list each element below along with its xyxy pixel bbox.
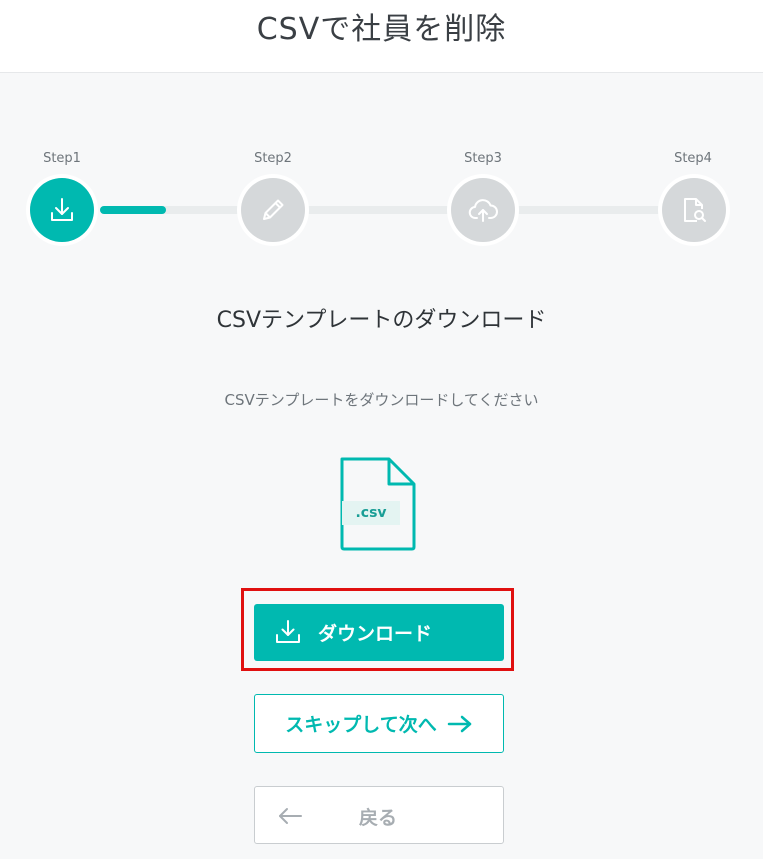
page-title: CSVで社員を削除 (256, 12, 507, 47)
download-icon (276, 620, 300, 643)
main-content: Step1 Step2 Step3 Step4 CSVテンプレートのダウンロード… (0, 73, 763, 859)
download-button[interactable]: ダウンロード (254, 604, 504, 661)
section-title: CSVテンプレートのダウンロード (216, 308, 547, 333)
file-search-icon (684, 198, 706, 222)
step-4 (662, 178, 726, 242)
back-button-label: 戻る (359, 807, 398, 829)
step-label-2: Step2 (254, 151, 292, 166)
download-button-label: ダウンロード (318, 623, 433, 645)
step-label-4: Step4 (674, 151, 712, 166)
arrow-left-icon (279, 808, 302, 824)
pencil-icon (263, 199, 284, 220)
step-3 (451, 178, 515, 242)
step-2 (241, 178, 305, 242)
step-label-1: Step1 (43, 151, 81, 166)
cloud-upload-icon (468, 199, 498, 222)
stepper-progress (100, 206, 166, 214)
file-extension-label: .csv (342, 501, 400, 525)
download-icon (51, 198, 73, 221)
stepper-track (100, 206, 663, 214)
stepper: Step1 Step2 Step3 Step4 (0, 73, 763, 253)
step-label-3: Step3 (464, 151, 502, 166)
back-button[interactable]: 戻る (254, 786, 504, 844)
header-bar: CSVで社員を削除 (0, 0, 763, 73)
step-1 (30, 178, 94, 242)
skip-next-button[interactable]: スキップして次へ (254, 694, 504, 753)
section-description: CSVテンプレートをダウンロードしてください (224, 391, 539, 409)
skip-button-label: スキップして次へ (285, 714, 437, 736)
arrow-right-icon (447, 715, 471, 732)
